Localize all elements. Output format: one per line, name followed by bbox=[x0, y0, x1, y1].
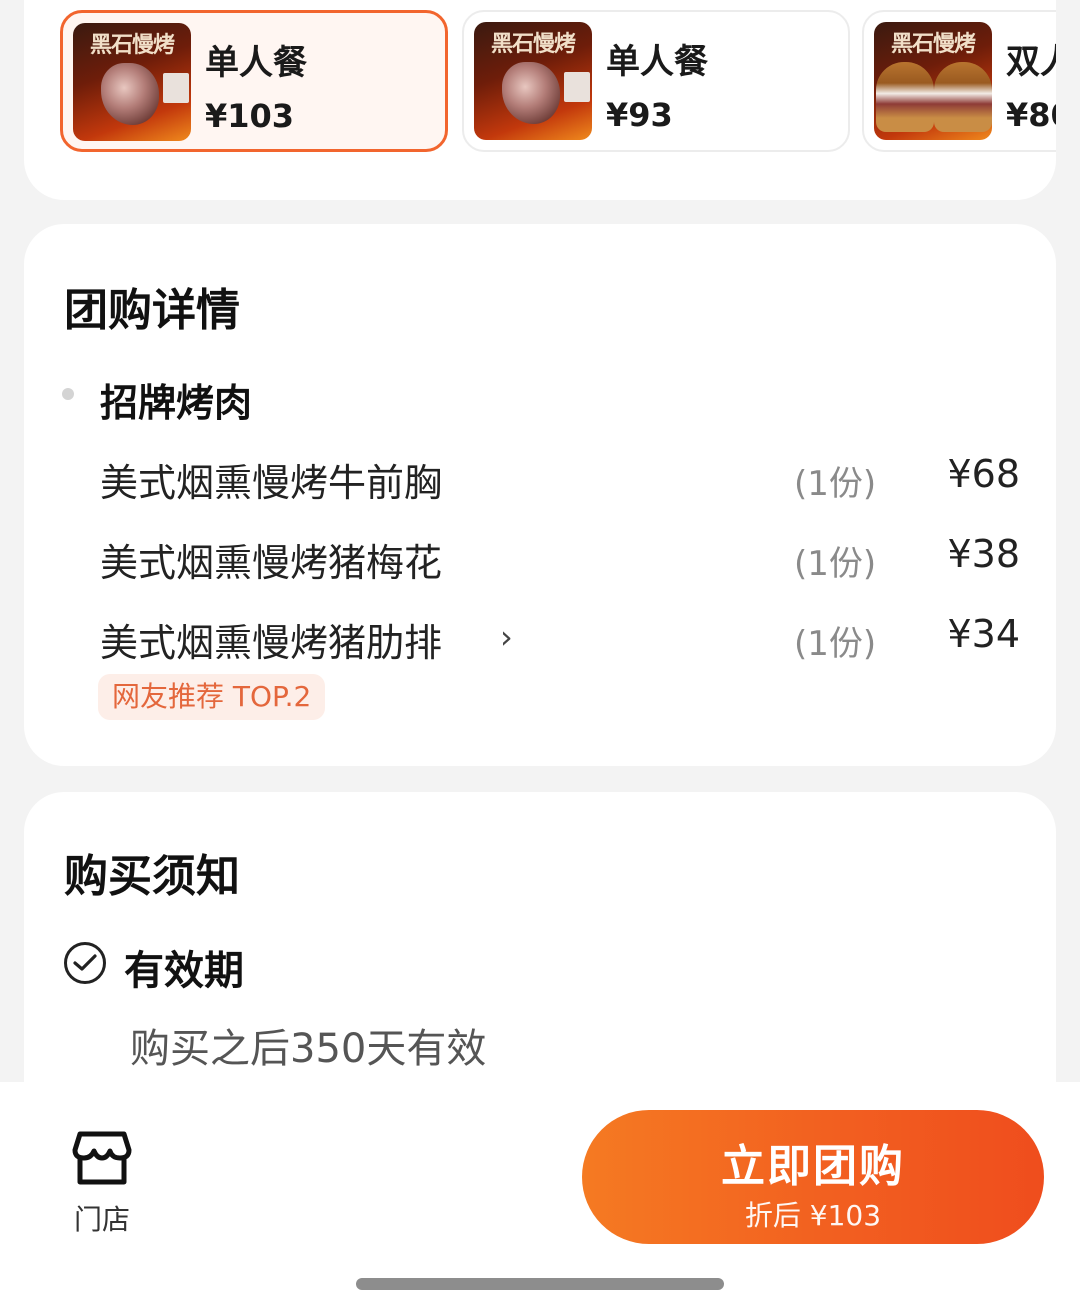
package-price: ¥93 bbox=[606, 96, 673, 134]
package-price: ¥80 bbox=[1006, 96, 1056, 134]
burger-image bbox=[876, 62, 934, 132]
store-icon[interactable] bbox=[72, 1130, 132, 1188]
details-title: 团购详情 bbox=[64, 285, 240, 336]
recommendation-badge: 网友推荐 TOP.2 bbox=[98, 674, 326, 720]
package-name: 单人餐 bbox=[606, 42, 708, 82]
item-quantity: (1份) bbox=[794, 624, 877, 664]
package-name: 双人餐 bbox=[1006, 42, 1056, 82]
burger-image bbox=[934, 62, 992, 132]
plate-image bbox=[163, 73, 189, 103]
package-option-single-93[interactable]: 黑石慢烤 单人餐 ¥93 bbox=[462, 10, 850, 152]
item-price: ¥68 bbox=[947, 452, 1020, 496]
menu-item-row-link[interactable]: 美式烟熏慢烤猪肋排 › (1份) ¥34 bbox=[100, 612, 1020, 665]
thumbnail-brand-text: 黑石慢烤 bbox=[490, 31, 576, 57]
buy-now-label[interactable]: 立即团购 bbox=[582, 1130, 1044, 1194]
package-price: ¥103 bbox=[205, 97, 295, 135]
category-title: 招牌烤肉 bbox=[100, 381, 253, 425]
check-circle-icon bbox=[64, 942, 106, 984]
item-quantity: (1份) bbox=[794, 544, 877, 584]
group-purchase-details-card: 团购详情 招牌烤肉 美式烟熏慢烤牛前胸 (1份) ¥68 美式烟熏慢烤猪梅花 (… bbox=[24, 224, 1056, 766]
validity-label: 有效期 bbox=[124, 948, 244, 994]
discounted-price-label[interactable]: 折后 ¥103 bbox=[582, 1194, 1044, 1234]
item-price: ¥34 bbox=[947, 612, 1020, 656]
store-button[interactable]: 门店 bbox=[52, 1130, 152, 1240]
item-name[interactable]: 美式烟熏慢烤猪肋排 bbox=[100, 612, 442, 667]
item-quantity: (1份) bbox=[794, 464, 877, 504]
package-option-single-103[interactable]: 黑石慢烤 单人餐 ¥103 bbox=[60, 10, 448, 152]
home-indicator[interactable] bbox=[356, 1278, 724, 1290]
brisket-image bbox=[502, 62, 560, 124]
validity-text: 购买之后350天有效 bbox=[130, 1026, 487, 1072]
plate-image bbox=[564, 72, 590, 102]
buy-now-button[interactable]: 立即团购 折后 ¥103 bbox=[582, 1110, 1044, 1244]
package-thumbnail: 黑石慢烤 bbox=[874, 22, 992, 140]
thumbnail-brand-text: 黑石慢烤 bbox=[89, 32, 175, 58]
store-label[interactable]: 门店 bbox=[52, 1198, 152, 1238]
notice-title: 购买须知 bbox=[64, 851, 240, 902]
chevron-right-icon[interactable]: › bbox=[500, 618, 513, 656]
package-thumbnail: 黑石慢烤 bbox=[474, 22, 592, 140]
package-carousel[interactable]: 黑石慢烤 单人餐 ¥103 黑石慢烤 单人餐 ¥93 黑石慢烤 双人餐 ¥80 bbox=[60, 10, 1056, 152]
brisket-image bbox=[101, 63, 159, 125]
bottom-action-bar: 门店 立即团购 折后 ¥103 bbox=[0, 1082, 1080, 1312]
item-name: 美式烟熏慢烤牛前胸 bbox=[100, 461, 443, 505]
item-price: ¥38 bbox=[947, 532, 1020, 576]
bullet-dot-icon bbox=[62, 388, 74, 400]
package-option-double-80[interactable]: 黑石慢烤 双人餐 ¥80 bbox=[862, 10, 1056, 152]
package-name: 单人餐 bbox=[205, 43, 307, 83]
thumbnail-brand-text: 黑石慢烤 bbox=[890, 31, 976, 57]
package-thumbnail: 黑石慢烤 bbox=[73, 23, 191, 141]
menu-item-row: 美式烟熏慢烤猪梅花 (1份) ¥38 bbox=[100, 532, 1020, 585]
menu-item-row: 美式烟熏慢烤牛前胸 (1份) ¥68 bbox=[100, 452, 1020, 505]
item-name: 美式烟熏慢烤猪梅花 bbox=[100, 541, 443, 585]
